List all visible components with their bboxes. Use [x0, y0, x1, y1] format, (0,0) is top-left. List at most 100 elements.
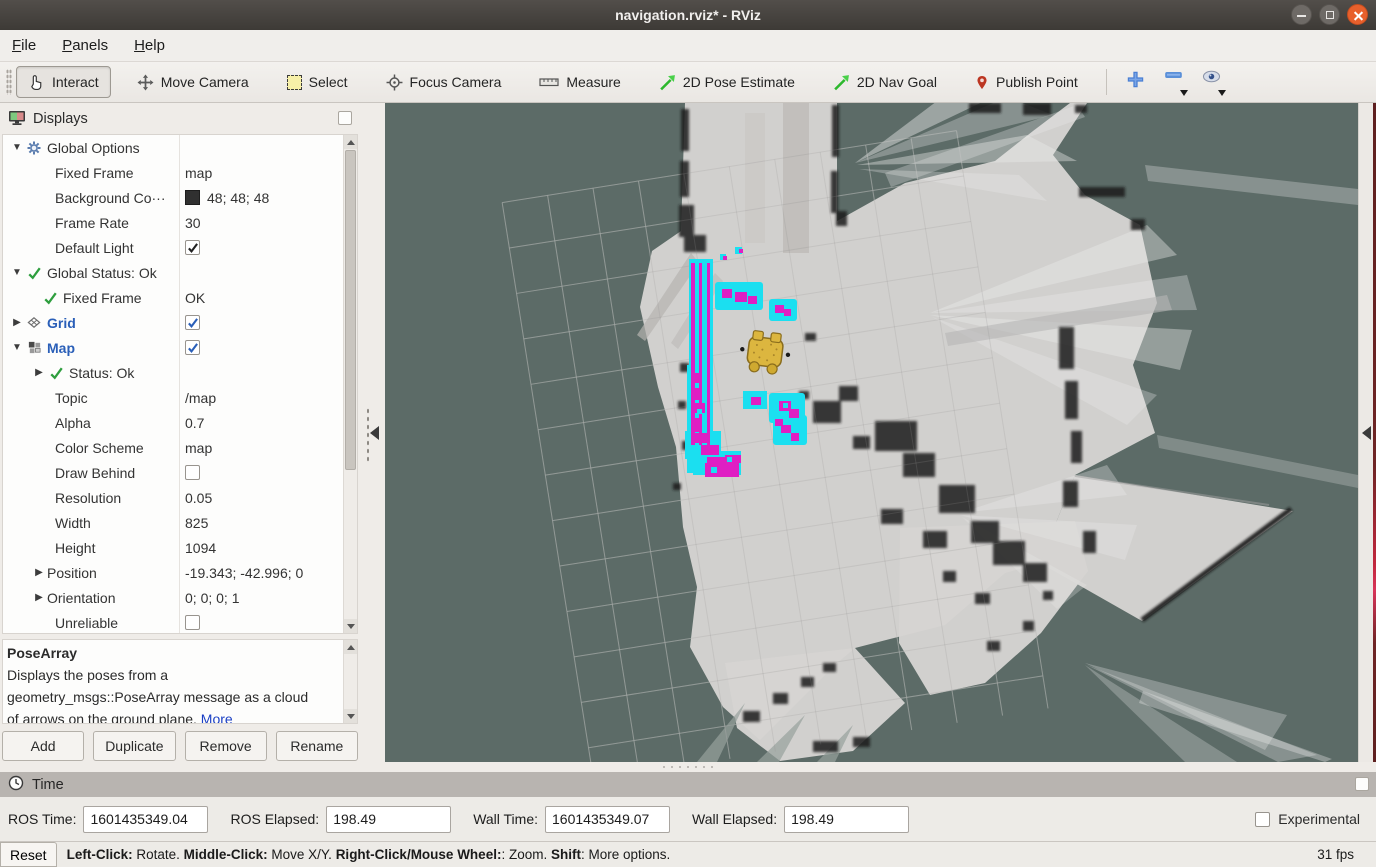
expander-icon[interactable]: ▶	[31, 592, 47, 603]
tool-move-camera[interactable]: Move Camera	[125, 66, 261, 98]
tool-eye[interactable]	[1195, 66, 1229, 98]
tree-row-resolution[interactable]: Resolution0.05	[3, 485, 357, 510]
time-field-input[interactable]	[784, 806, 909, 833]
expander-icon[interactable]: ▶	[9, 317, 25, 328]
scroll-down-arrow[interactable]	[344, 709, 357, 723]
property-value[interactable]: 30	[185, 215, 201, 231]
time-panel-header[interactable]: Time	[0, 772, 1376, 797]
tree-row-orientation[interactable]: ▶Orientation0; 0; 0; 1	[3, 585, 357, 610]
rviz-window: navigation.rviz* - RViz File Panels Help I…	[0, 0, 1376, 867]
displays-panel-header[interactable]: Displays	[2, 107, 358, 131]
property-value[interactable]	[185, 315, 200, 330]
expander-icon[interactable]: ▼	[9, 342, 25, 353]
panel-splitter[interactable]	[360, 103, 385, 762]
property-value[interactable]: OK	[185, 290, 205, 306]
tree-row-alpha[interactable]: Alpha0.7	[3, 410, 357, 435]
add-button[interactable]: Add	[2, 731, 84, 761]
expander-icon[interactable]: ▶	[31, 567, 47, 578]
property-value[interactable]: map	[185, 440, 212, 456]
tree-row-status-ok[interactable]: ▶Status: Ok	[3, 360, 357, 385]
menu-panels[interactable]: Panels	[62, 37, 108, 54]
tree-row-topic[interactable]: Topic/map	[3, 385, 357, 410]
property-value[interactable]: 1094	[185, 540, 216, 556]
tree-row-default-light[interactable]: Default Light	[3, 235, 357, 260]
tree-row-fixed-frame[interactable]: Fixed FrameOK	[3, 285, 357, 310]
property-value[interactable]	[185, 615, 200, 630]
tool-minus[interactable]	[1157, 66, 1191, 98]
property-value[interactable]: 0; 0; 0; 1	[185, 590, 239, 606]
minimize-button[interactable]	[1291, 4, 1312, 25]
titlebar[interactable]: navigation.rviz* - RViz	[0, 0, 1376, 30]
property-value[interactable]: 0.05	[185, 490, 212, 506]
right-panel-collapsed-strip[interactable]	[1358, 103, 1373, 762]
tree-row-unreliable[interactable]: Unreliable	[3, 610, 357, 635]
displays-float-button[interactable]	[338, 111, 352, 125]
property-value[interactable]: 48; 48; 48	[185, 190, 269, 206]
checkbox[interactable]	[185, 315, 200, 330]
tool-2d-nav-goal[interactable]: 2D Nav Goal	[821, 66, 949, 98]
checkbox[interactable]	[185, 465, 200, 480]
time-field-input[interactable]	[545, 806, 670, 833]
checkbox[interactable]	[185, 340, 200, 355]
tree-row-position[interactable]: ▶Position -19.343; -42.996; 0	[3, 560, 357, 585]
menu-help[interactable]: Help	[134, 37, 165, 54]
checkbox[interactable]	[185, 615, 200, 630]
tool-select[interactable]: Select	[275, 66, 360, 98]
reset-button[interactable]: Reset	[0, 842, 57, 867]
tree-row-height[interactable]: Height1094	[3, 535, 357, 560]
tree-row-background-co[interactable]: Background Co···48; 48; 48	[3, 185, 357, 210]
rename-button[interactable]: Rename	[276, 731, 358, 761]
tool-plus[interactable]	[1119, 66, 1153, 98]
expander-icon[interactable]: ▼	[9, 267, 25, 278]
tree-row-width[interactable]: Width825	[3, 510, 357, 535]
property-label: Position	[47, 565, 97, 581]
collapse-left-arrow-icon[interactable]	[370, 426, 379, 440]
tool-focus-camera[interactable]: Focus Camera	[374, 66, 514, 98]
color-swatch[interactable]	[185, 190, 200, 205]
tree-row-grid[interactable]: ▶Grid	[3, 310, 357, 335]
tool-measure[interactable]: Measure	[527, 66, 632, 98]
property-value[interactable]	[185, 465, 200, 480]
time-field-input[interactable]	[83, 806, 208, 833]
dropdown-caret-icon[interactable]	[1180, 90, 1188, 96]
splitter-grip-dots[interactable]	[660, 765, 716, 769]
remove-button[interactable]: Remove	[185, 731, 267, 761]
expander-icon[interactable]: ▼	[9, 142, 25, 153]
time-float-button[interactable]	[1355, 777, 1369, 791]
3d-viewport[interactable]	[385, 103, 1358, 762]
scroll-up-arrow[interactable]	[344, 640, 357, 654]
property-value[interactable]: map	[185, 165, 212, 181]
more-link[interactable]: More	[201, 711, 233, 724]
tree-row-map[interactable]: ▼Map	[3, 335, 357, 360]
property-value[interactable]	[185, 340, 200, 355]
tree-row-global-options[interactable]: ▼Global Options	[3, 135, 357, 160]
menu-file[interactable]: File	[12, 37, 36, 54]
checkbox[interactable]	[185, 240, 200, 255]
tool-interact[interactable]: Interact	[16, 66, 111, 98]
property-value[interactable]: 825	[185, 515, 208, 531]
time-field-input[interactable]	[326, 806, 451, 833]
tree-row-color-scheme[interactable]: Color Schememap	[3, 435, 357, 460]
tree-row-frame-rate[interactable]: Frame Rate30	[3, 210, 357, 235]
tree-row-draw-behind[interactable]: Draw Behind	[3, 460, 357, 485]
expander-icon[interactable]: ▶	[31, 367, 47, 378]
close-button[interactable]	[1347, 4, 1368, 25]
experimental-checkbox[interactable]	[1255, 812, 1270, 827]
tree-row-fixed-frame[interactable]: Fixed Framemap	[3, 160, 357, 185]
toolbar-grip-handle[interactable]	[6, 69, 12, 95]
tool-publish-point[interactable]: Publish Point	[963, 66, 1090, 98]
tool-2d-pose-estimate[interactable]: 2D Pose Estimate	[647, 66, 807, 98]
property-value[interactable]: 0.7	[185, 415, 204, 431]
value-text: 30	[185, 215, 201, 231]
duplicate-button[interactable]: Duplicate	[93, 731, 175, 761]
collapse-right-arrow-icon[interactable]	[1362, 426, 1371, 440]
dropdown-caret-icon[interactable]	[1218, 90, 1226, 96]
bottom-splitter[interactable]	[0, 762, 1376, 772]
value-text: 0.7	[185, 415, 204, 431]
tree-row-global-status-ok[interactable]: ▼Global Status: Ok	[3, 260, 357, 285]
property-value[interactable]: /map	[185, 390, 216, 406]
property-value[interactable]	[185, 240, 200, 255]
property-value[interactable]: -19.343; -42.996; 0	[185, 565, 303, 581]
maximize-button[interactable]	[1319, 4, 1340, 25]
description-scrollbar[interactable]	[343, 640, 357, 723]
